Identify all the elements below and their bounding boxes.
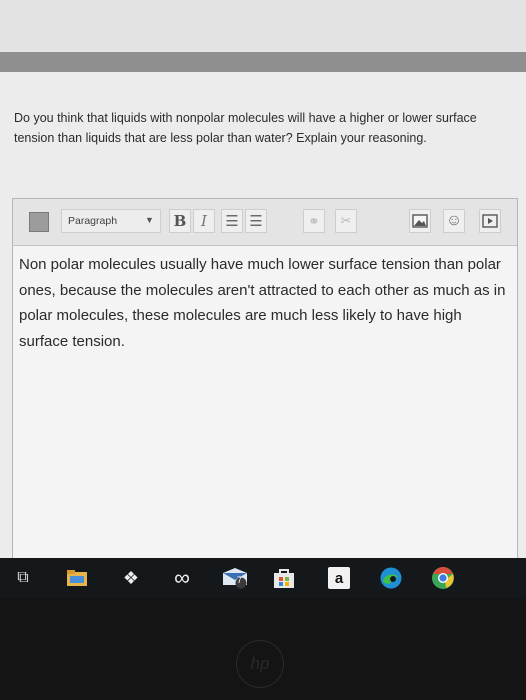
top-bar bbox=[0, 0, 526, 52]
dropbox-icon[interactable]: ❖ bbox=[118, 567, 144, 589]
amazon-icon[interactable]: a bbox=[328, 567, 350, 589]
question-text: Do you think that liquids with nonpolar … bbox=[14, 111, 477, 145]
link-icon[interactable]: ⚭ bbox=[303, 209, 325, 233]
infinity-icon[interactable]: ∞ bbox=[166, 565, 198, 590]
chrome-icon[interactable] bbox=[430, 567, 456, 589]
store-icon[interactable] bbox=[270, 567, 298, 589]
windows-taskbar: ⧉ ❖ ∞ 7 a bbox=[0, 558, 526, 598]
screen: Do you think that liquids with nonpolar … bbox=[0, 0, 526, 572]
bullet-list-icon[interactable]: ☰ bbox=[221, 209, 243, 233]
dropdown-caret-icon[interactable]: ▼ bbox=[145, 215, 154, 225]
emoji-icon[interactable]: ☺ bbox=[443, 209, 465, 233]
rich-text-editor[interactable]: Paragraph ▼ B I ☰ ☰ ⚭ ✂ ☺ Non polar mole… bbox=[12, 198, 518, 572]
unlink-icon[interactable]: ✂ bbox=[335, 209, 357, 233]
numbered-list-icon[interactable]: ☰ bbox=[245, 209, 267, 233]
mail-badge: 7 bbox=[237, 575, 243, 585]
italic-button[interactable]: I bbox=[193, 209, 215, 233]
answer-text[interactable]: Non polar molecules usually have much lo… bbox=[19, 252, 513, 354]
edge-icon[interactable] bbox=[378, 567, 404, 589]
hp-logo-icon: hp bbox=[236, 640, 284, 688]
file-explorer-icon[interactable] bbox=[64, 567, 90, 589]
editor-toolbar: Paragraph ▼ B I ☰ ☰ ⚭ ✂ ☺ bbox=[13, 199, 517, 246]
bold-button[interactable]: B bbox=[169, 209, 191, 233]
header-band bbox=[0, 52, 526, 72]
mail-icon[interactable]: 7 bbox=[220, 567, 250, 589]
image-icon[interactable] bbox=[409, 209, 431, 233]
media-icon[interactable] bbox=[479, 209, 501, 233]
task-view-icon[interactable]: ⧉ bbox=[12, 567, 34, 589]
grid-icon[interactable] bbox=[29, 212, 49, 232]
